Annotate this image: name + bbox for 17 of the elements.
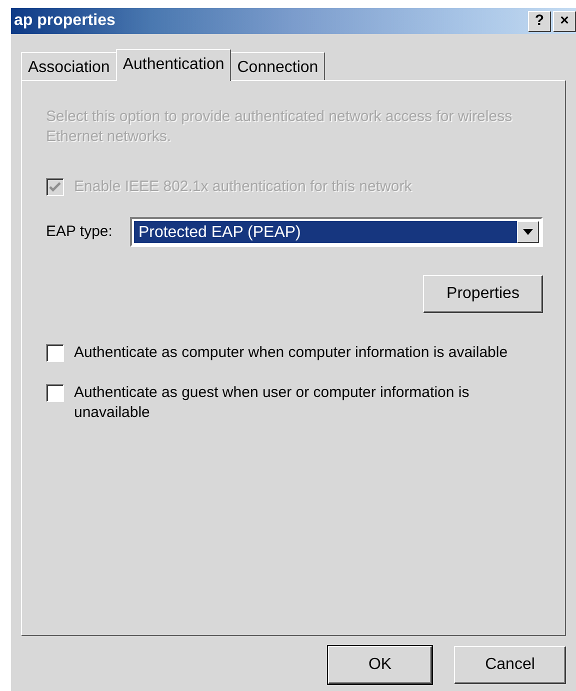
- properties-button[interactable]: Properties: [423, 275, 543, 313]
- help-button[interactable]: ?: [528, 10, 551, 32]
- dropdown-value: Protected EAP (PEAP): [134, 221, 517, 243]
- window-title: ap properties: [14, 11, 116, 31]
- tab[interactable]: Connection: [230, 52, 326, 80]
- eap-type-label: EAP type:: [46, 222, 112, 242]
- checkbox[interactable]: [46, 384, 64, 402]
- close-button[interactable]: ×: [553, 10, 576, 32]
- eap-type-dropdown[interactable]: Protected EAP (PEAP): [130, 217, 543, 247]
- tab[interactable]: Association: [21, 52, 117, 80]
- checkbox[interactable]: [46, 344, 64, 362]
- checkbox-label: Authenticate as guest when user or computer information is unavailable: [74, 383, 470, 423]
- cancel-button[interactable]: Cancel: [454, 646, 566, 684]
- tab[interactable]: Authentication: [116, 49, 232, 81]
- dropdown-arrow-icon: [523, 229, 533, 235]
- ok-button[interactable]: OK: [328, 646, 432, 684]
- checkbox-label: Authenticate as computer when computer information is available: [74, 343, 508, 363]
